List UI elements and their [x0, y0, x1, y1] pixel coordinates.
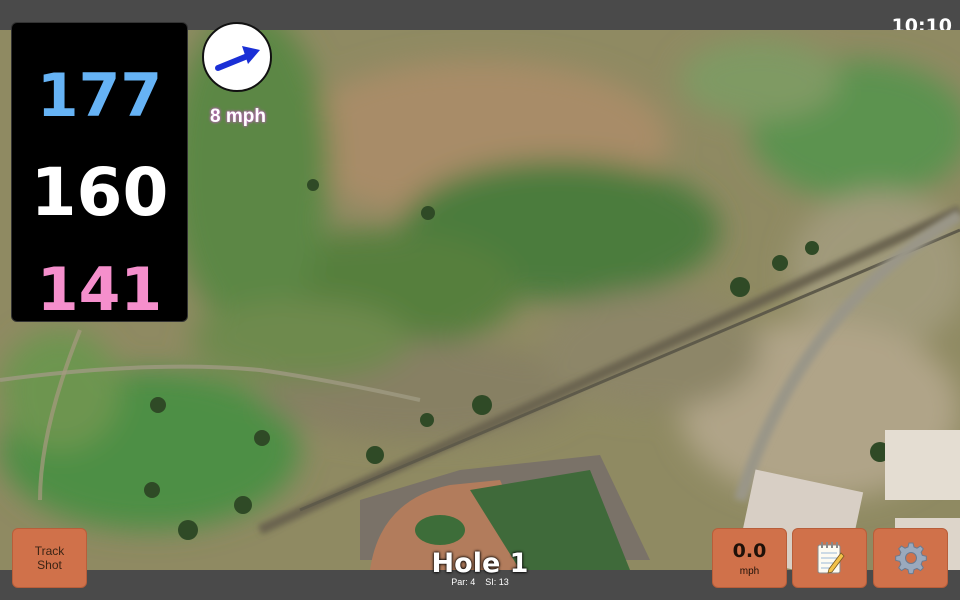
track-shot-label-line1: Track	[34, 544, 65, 558]
speed-button[interactable]: 0.0 mph	[712, 528, 787, 588]
track-shot-label-line2: Shot	[37, 558, 62, 572]
distance-panel: 177 160 141	[11, 22, 188, 322]
speed-value: 0.0	[732, 539, 767, 562]
track-shot-button[interactable]: Track Shot	[12, 528, 87, 588]
wind-direction-dial	[202, 22, 272, 92]
notes-button[interactable]	[792, 528, 867, 588]
notepad-icon	[817, 542, 845, 574]
settings-button[interactable]	[873, 528, 948, 588]
wind-speed: 8 mph	[210, 106, 266, 127]
hole-stroke-index: SI: 13	[485, 577, 509, 587]
hole-meta: Par: 4 SI: 13	[380, 577, 580, 587]
center-distance: 160	[30, 154, 169, 231]
speed-unit: mph	[739, 565, 760, 577]
front-distance: 141	[36, 255, 163, 325]
hole-title: Hole 1	[431, 548, 529, 579]
arrow-right-up-icon	[215, 46, 260, 71]
back-distance: 177	[36, 61, 163, 131]
hole-par: Par: 4	[451, 577, 476, 587]
gear-icon	[894, 542, 927, 575]
